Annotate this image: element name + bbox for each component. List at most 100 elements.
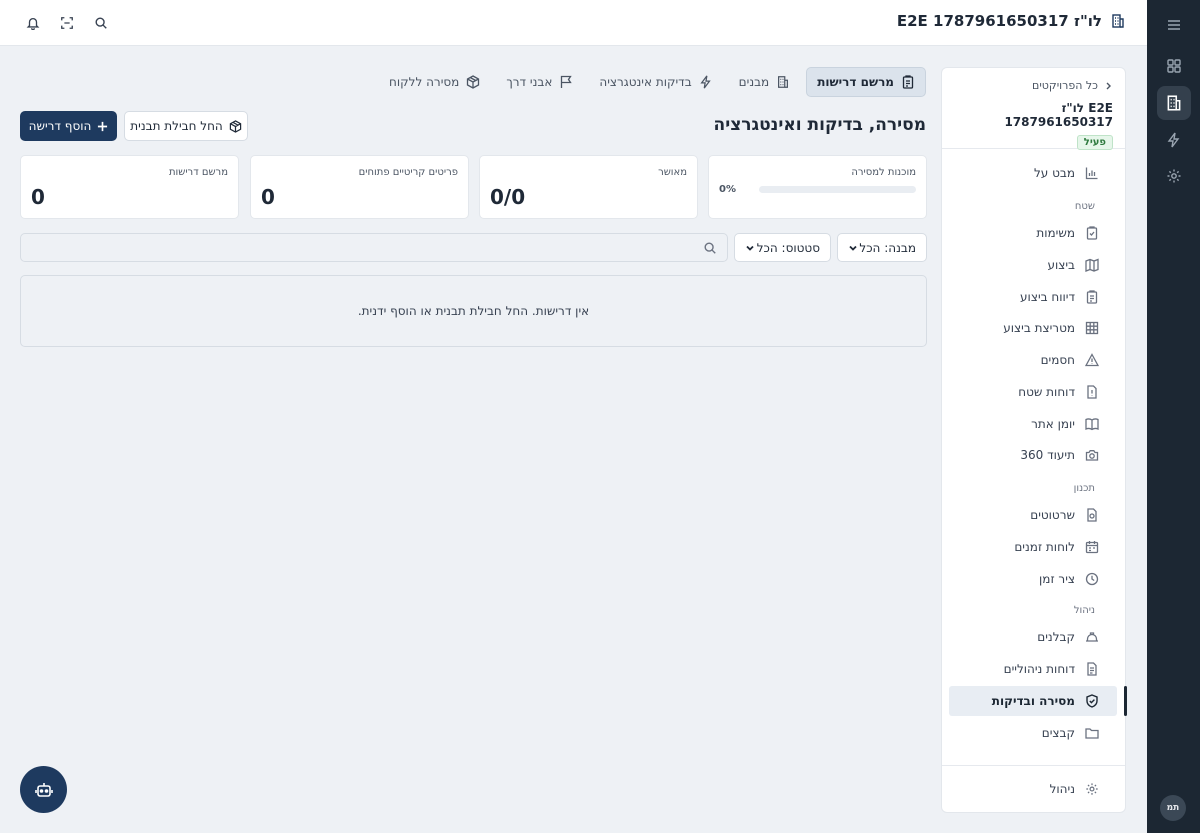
sidebar-item-label: ניהול (1049, 782, 1075, 796)
sidebar-item-files[interactable]: קבצים (949, 718, 1117, 748)
sidebar-item-contractors[interactable]: קבלנים (949, 622, 1117, 652)
sidebar-item-label: משימות (1036, 226, 1075, 240)
sidebar-item-admin[interactable]: ניהול (949, 774, 1117, 804)
sidebar-item-execution-matrix[interactable]: מטריצת ביצוע (949, 313, 1117, 343)
sidebar-item-blockers[interactable]: חסמים (949, 345, 1117, 375)
apply-template-label: החל חבילת תבנית (130, 119, 223, 133)
sidebar-item-label: דיווח ביצוע (1020, 290, 1075, 304)
page-title: מסירה, בדיקות ואינטגרציה (713, 115, 926, 135)
search-icon[interactable] (92, 14, 110, 32)
settings-icon[interactable] (1157, 159, 1191, 193)
tab-milestones[interactable]: אבני דרך (496, 67, 583, 97)
stat-value: 0 (31, 185, 45, 209)
stat-card-readiness: מוכנות למסירה 0% (708, 155, 927, 219)
sidebar-item-label: לוחות זמנים (1014, 540, 1075, 554)
calendar-icon (1085, 540, 1099, 554)
bell-icon[interactable] (24, 14, 42, 32)
sidebar-item-label: מבט על (1033, 166, 1075, 180)
requirements-search (20, 233, 728, 262)
lightning-icon (699, 75, 713, 89)
stat-card-critical: פריטים קריטיים פתוחים 0 (250, 155, 469, 219)
sidebar-item-label: תיעוד 360 (1020, 448, 1075, 462)
tab-integration-tests[interactable]: בדיקות אינטגרציה (589, 67, 722, 97)
assistant-fab-button[interactable] (20, 766, 67, 813)
sidebar-item-overview[interactable]: מבט על (949, 158, 1117, 188)
sidebar-item-label: דוחות ניהוליים (1003, 662, 1075, 676)
clipboard-icon (901, 75, 915, 89)
app-rail: תמ (1147, 0, 1200, 833)
sidebar-item-drawings[interactable]: שרטוטים (949, 500, 1117, 530)
stat-label: פריטים קריטיים פתוחים (358, 167, 458, 178)
user-avatar[interactable]: תמ (1160, 795, 1186, 821)
project-header: E2E לו"ז 1787961650317 (897, 12, 1126, 30)
building-filter-value: מבנה: הכל (859, 240, 916, 255)
section-planning-title: תכנון (1073, 483, 1095, 494)
grid-icon (1085, 321, 1099, 335)
dashboard-icon[interactable] (1157, 49, 1191, 83)
status-filter-select[interactable]: סטטוס: הכל (734, 233, 831, 262)
lightning-icon[interactable] (1157, 123, 1191, 157)
readiness-progress-bar (759, 186, 916, 193)
back-to-projects-link[interactable]: כל הפרויקטים (954, 79, 1113, 92)
flag-icon (559, 75, 573, 89)
sidebar-item-label: חסמים (1040, 353, 1075, 367)
sidebar-item-label: דוחות שטח (1018, 385, 1075, 399)
stat-label: מרשם דרישות (168, 167, 228, 178)
stat-value: 0 (261, 185, 275, 209)
sidebar-project-name: E2E לו"ז 1787961650317 (1004, 101, 1113, 129)
chart-icon (1085, 166, 1099, 180)
empty-state-message: אין דרישות. החל חבילת תבנית או הוסף ידני… (357, 304, 590, 318)
back-label: כל הפרויקטים (1032, 79, 1098, 92)
tab-buildings[interactable]: מבנים (729, 67, 801, 97)
readiness-percent: 0% (719, 184, 736, 195)
camera-icon (1085, 448, 1099, 462)
sidebar-item-field-reports[interactable]: דוחות שטח (949, 377, 1117, 407)
section-tabs: מרשם דרישות מבנים בדיקות אינטגרציה אבני … (379, 67, 926, 97)
sidebar-item-management-reports[interactable]: דוחות ניהוליים (949, 654, 1117, 684)
sidebar-item-label: ציר זמן (1039, 572, 1075, 586)
sidebar-item-handover[interactable]: מסירה ובדיקות (949, 686, 1127, 716)
stat-label: מוכנות למסירה (851, 167, 916, 178)
sidebar-item-label: שרטוטים (1030, 508, 1075, 522)
sidebar-item-schedules[interactable]: לוחות זמנים (949, 532, 1117, 562)
sidebar-item-360[interactable]: תיעוד 360 (949, 440, 1117, 470)
tab-requirements-registry[interactable]: מרשם דרישות (806, 67, 926, 97)
top-actions (24, 14, 110, 32)
sidebar-divider (942, 765, 1125, 766)
clock-icon (1085, 572, 1099, 586)
search-input[interactable] (21, 234, 727, 261)
package-icon (229, 119, 242, 133)
building-icon (1110, 13, 1126, 29)
sidebar-item-execution-report[interactable]: דיווח ביצוע (949, 282, 1117, 312)
add-requirement-button[interactable]: הוסף דרישה (20, 111, 117, 141)
stat-value: 0/0 (490, 185, 526, 209)
map-icon (1085, 258, 1099, 272)
tab-label: אבני דרך (506, 75, 553, 89)
status-badge: פעיל (1076, 135, 1113, 150)
scan-icon[interactable] (58, 14, 76, 32)
building-icon[interactable] (1157, 86, 1191, 120)
menu-icon[interactable] (1157, 8, 1191, 42)
sidebar-item-label: מסירה ובדיקות (991, 694, 1075, 708)
file-drawing-icon (1085, 508, 1099, 522)
sidebar-item-timeline[interactable]: ציר זמן (949, 564, 1117, 594)
hardhat-icon (1085, 630, 1099, 644)
section-management-title: ניהול (1073, 605, 1095, 616)
apply-template-button[interactable]: החל חבילת תבנית (124, 111, 248, 141)
clipboard-list-icon (1085, 290, 1099, 304)
add-requirement-label: הוסף דרישה (28, 119, 92, 133)
building-filter-select[interactable]: מבנה: הכל (837, 233, 927, 262)
tab-label: מבנים (738, 75, 770, 89)
project-title: E2E לו"ז 1787961650317 (896, 12, 1102, 30)
sidebar-item-site-log[interactable]: יומן אתר (949, 409, 1117, 439)
sidebar-item-execution[interactable]: ביצוע (949, 250, 1117, 280)
stat-card-registry: מרשם דרישות 0 (20, 155, 239, 219)
sidebar-item-label: קבלנים (1037, 630, 1075, 644)
sidebar-item-label: יומן אתר (1031, 417, 1075, 431)
sidebar-header: כל הפרויקטים E2E לו"ז 1787961650317 פעיל (942, 68, 1125, 150)
robot-icon (34, 780, 54, 800)
tab-customer-handover[interactable]: מסירה ללקוח (379, 67, 490, 97)
gear-icon (1085, 782, 1099, 796)
clipboard-icon (1085, 226, 1099, 240)
sidebar-item-tasks[interactable]: משימות (949, 218, 1117, 248)
